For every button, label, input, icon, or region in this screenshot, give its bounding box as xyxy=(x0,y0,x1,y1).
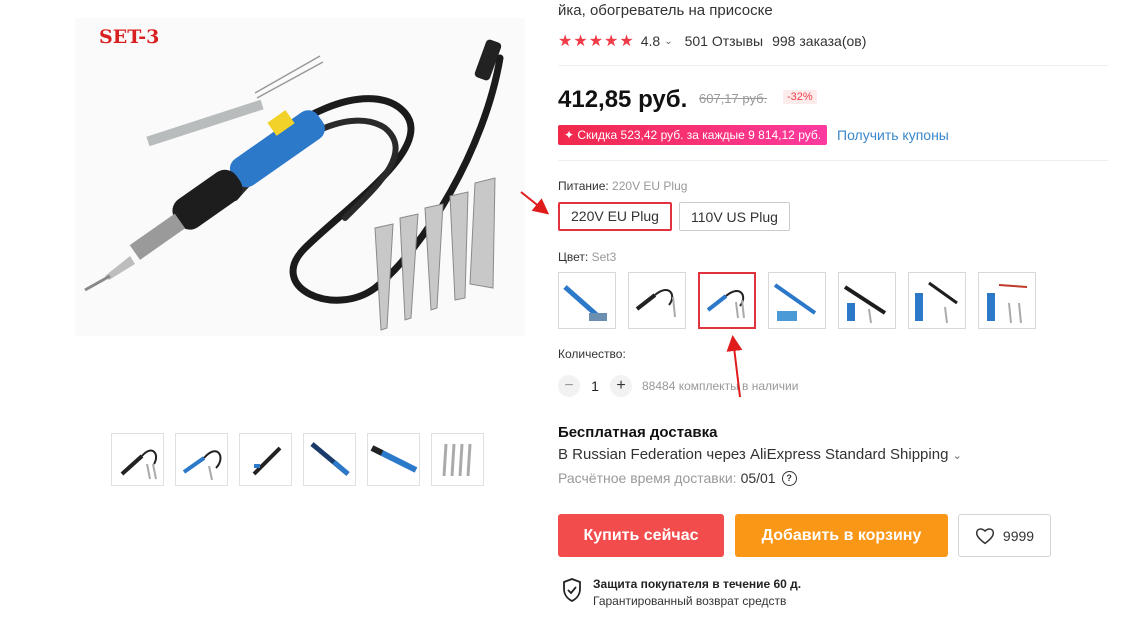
thumbnail-5[interactable] xyxy=(367,433,420,486)
current-price: 412,85 руб. xyxy=(558,86,688,113)
soldering-iron-illustration xyxy=(84,39,504,331)
image-set-label: SET-3 xyxy=(99,26,160,48)
quantity-label: Количество: xyxy=(558,347,626,361)
product-title: йка, обогреватель на присоске xyxy=(558,2,773,19)
rating-value: 4.8 xyxy=(640,33,661,49)
color-label: Цвет: xyxy=(558,250,589,264)
thumbnail-image xyxy=(310,442,350,476)
buyer-protection-title: Защита покупателя в течение 60 д. xyxy=(593,577,802,591)
thumbnail-3[interactable] xyxy=(239,433,292,486)
discount-badge: -32% xyxy=(783,90,817,104)
quantity-minus-button[interactable]: − xyxy=(558,375,580,397)
power-label: Питание: xyxy=(558,179,609,193)
color-value: Set3 xyxy=(591,250,617,264)
divider xyxy=(558,65,1108,66)
get-coupons-link[interactable]: Получить купоны xyxy=(837,127,949,143)
help-icon[interactable]: ? xyxy=(781,470,797,486)
rating-row: ★★★★★ 4.8 ⌄ 501 Отзывы 998 заказа(ов) xyxy=(558,31,866,51)
delivery-time-label: Расчётное время доставки: xyxy=(558,470,737,486)
wishlist-count: 9999 xyxy=(1002,527,1035,544)
thumbnail-2[interactable] xyxy=(175,433,228,486)
chevron-down-icon[interactable]: ⌄ xyxy=(664,36,672,47)
color-swatch-set1[interactable] xyxy=(558,272,616,329)
add-to-cart-button[interactable]: Добавить в корзину xyxy=(735,514,948,557)
heart-icon xyxy=(975,527,994,544)
color-swatch-row xyxy=(558,272,1036,329)
swatch-image xyxy=(563,285,607,321)
swatch-image xyxy=(843,285,887,324)
quantity-plus-button[interactable]: + xyxy=(610,375,632,397)
thumbnail-image xyxy=(370,445,418,473)
main-product-image[interactable]: SET-3 xyxy=(75,18,525,336)
thumbnail-image xyxy=(120,449,158,480)
delivery-estimate: Расчётное время доставки: 05/01 ? xyxy=(558,470,797,486)
thumbnail-image xyxy=(252,446,282,476)
delivery-date: 05/01 xyxy=(740,470,776,486)
color-swatch-set7[interactable] xyxy=(978,272,1036,329)
thumbnail-4[interactable] xyxy=(303,433,356,486)
plug-option-us[interactable]: 110V US Plug xyxy=(679,202,790,231)
divider xyxy=(558,160,1108,161)
swatch-image xyxy=(773,283,817,321)
color-swatch-set3[interactable] xyxy=(698,272,756,329)
color-swatch-set2[interactable] xyxy=(628,272,686,329)
color-swatch-set4[interactable] xyxy=(768,272,826,329)
buy-now-button[interactable]: Купить сейчас xyxy=(558,514,724,557)
quantity-value[interactable]: 1 xyxy=(580,378,610,394)
shipping-method-text: В Russian Federation через AliExpress St… xyxy=(558,446,949,463)
reviews-link[interactable]: 501 Отзывы xyxy=(685,33,764,49)
swatch-image xyxy=(915,281,958,324)
color-option-label: Цвет: Set3 xyxy=(558,250,616,264)
old-price: 607,17 руб. xyxy=(699,91,768,106)
buyer-protection-subtitle: Гарантированный возврат средств xyxy=(593,594,787,608)
coupon-badge: ✦ Скидка 523,42 руб. за каждые 9 814,12 … xyxy=(558,125,828,145)
wishlist-button[interactable]: 9999 xyxy=(958,514,1051,557)
swatch-image xyxy=(987,284,1028,324)
chevron-down-icon: ⌄ xyxy=(952,450,962,462)
quantity-stepper: − 1 + 88484 комплекты в наличии xyxy=(558,375,798,397)
stock-availability: 88484 комплекты в наличии xyxy=(642,379,799,393)
shipping-method[interactable]: В Russian Federation через AliExpress St… xyxy=(558,446,962,463)
thumbnail-1[interactable] xyxy=(111,433,164,486)
star-rating-icon: ★★★★★ xyxy=(558,33,635,50)
shipping-title: Бесплатная доставка xyxy=(558,424,718,441)
swatch-image xyxy=(635,289,676,318)
plug-option-eu[interactable]: 220V EU Plug xyxy=(558,202,672,231)
thumbnail-image xyxy=(442,443,472,477)
color-swatch-set6[interactable] xyxy=(908,272,966,329)
power-value: 220V EU Plug xyxy=(612,179,688,193)
power-option-label: Питание: 220V EU Plug xyxy=(558,179,687,193)
color-swatch-set5[interactable] xyxy=(838,272,896,329)
thumbnail-image xyxy=(182,450,222,481)
swatch-image xyxy=(706,290,745,319)
shield-check-icon xyxy=(563,578,581,602)
orders-count: 998 заказа(ов) xyxy=(772,33,867,49)
thumbnail-strip xyxy=(111,433,484,486)
thumbnail-6[interactable] xyxy=(431,433,484,486)
